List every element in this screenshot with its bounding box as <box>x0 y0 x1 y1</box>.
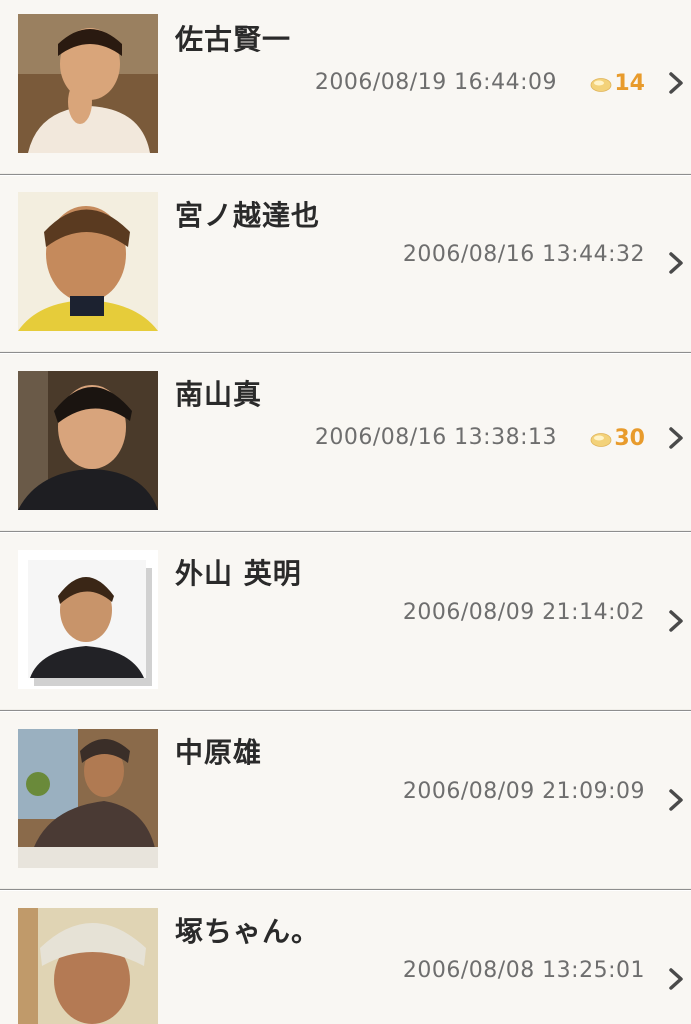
list-item[interactable]: 中原雄 2006/08/09 21:09:09 <box>0 713 691 891</box>
list-item[interactable]: 南山真 2006/08/16 13:38:13 30 <box>0 355 691 533</box>
avatar <box>18 192 158 331</box>
chevron-right-icon <box>669 252 683 274</box>
entry-name: 外山 英明 <box>175 557 302 590</box>
comment-count-value: 30 <box>614 425 645 451</box>
avatar <box>18 550 158 689</box>
divider <box>0 351 691 354</box>
avatar <box>18 14 158 153</box>
entry-date: 2006/08/16 13:38:13 <box>314 425 557 450</box>
list-item[interactable]: 佐古賢一 2006/08/19 16:44:09 14 <box>0 0 691 176</box>
entry-name: 佐古賢一 <box>175 23 292 56</box>
comment-count: 30 <box>590 423 645 453</box>
entry-name: 宮ノ越達也 <box>175 199 321 232</box>
chevron-right-icon <box>669 72 683 94</box>
entry-name: 南山真 <box>175 378 263 411</box>
divider <box>0 530 691 533</box>
chevron-right-icon <box>669 610 683 632</box>
entry-date: 2006/08/19 16:44:09 <box>314 70 557 95</box>
comment-bubble-icon <box>590 77 612 92</box>
comment-count-value: 14 <box>614 70 645 96</box>
chevron-right-icon <box>669 968 683 990</box>
list-item[interactable]: 宮ノ越達也 2006/08/16 13:44:32 <box>0 176 691 354</box>
list-item[interactable]: 外山 英明 2006/08/09 21:14:02 <box>0 534 691 712</box>
divider <box>0 888 691 891</box>
entry-date: 2006/08/16 13:44:32 <box>402 242 645 267</box>
divider <box>0 709 691 712</box>
list-item[interactable]: 塚ちゃん。 2006/08/08 13:25:01 <box>0 892 691 1024</box>
entry-name: 中原雄 <box>175 736 263 769</box>
comment-count: 14 <box>590 68 645 98</box>
entry-date: 2006/08/09 21:14:02 <box>402 600 645 625</box>
avatar <box>18 371 158 510</box>
comment-bubble-icon <box>590 432 612 447</box>
avatar <box>18 908 158 1024</box>
entry-list: 佐古賢一 2006/08/19 16:44:09 14 宮ノ越達也 2006/0… <box>0 0 691 1024</box>
entry-date: 2006/08/09 21:09:09 <box>402 779 645 804</box>
avatar <box>18 729 158 868</box>
chevron-right-icon <box>669 789 683 811</box>
entry-name: 塚ちゃん。 <box>175 915 321 948</box>
entry-date: 2006/08/08 13:25:01 <box>402 958 645 983</box>
chevron-right-icon <box>669 427 683 449</box>
